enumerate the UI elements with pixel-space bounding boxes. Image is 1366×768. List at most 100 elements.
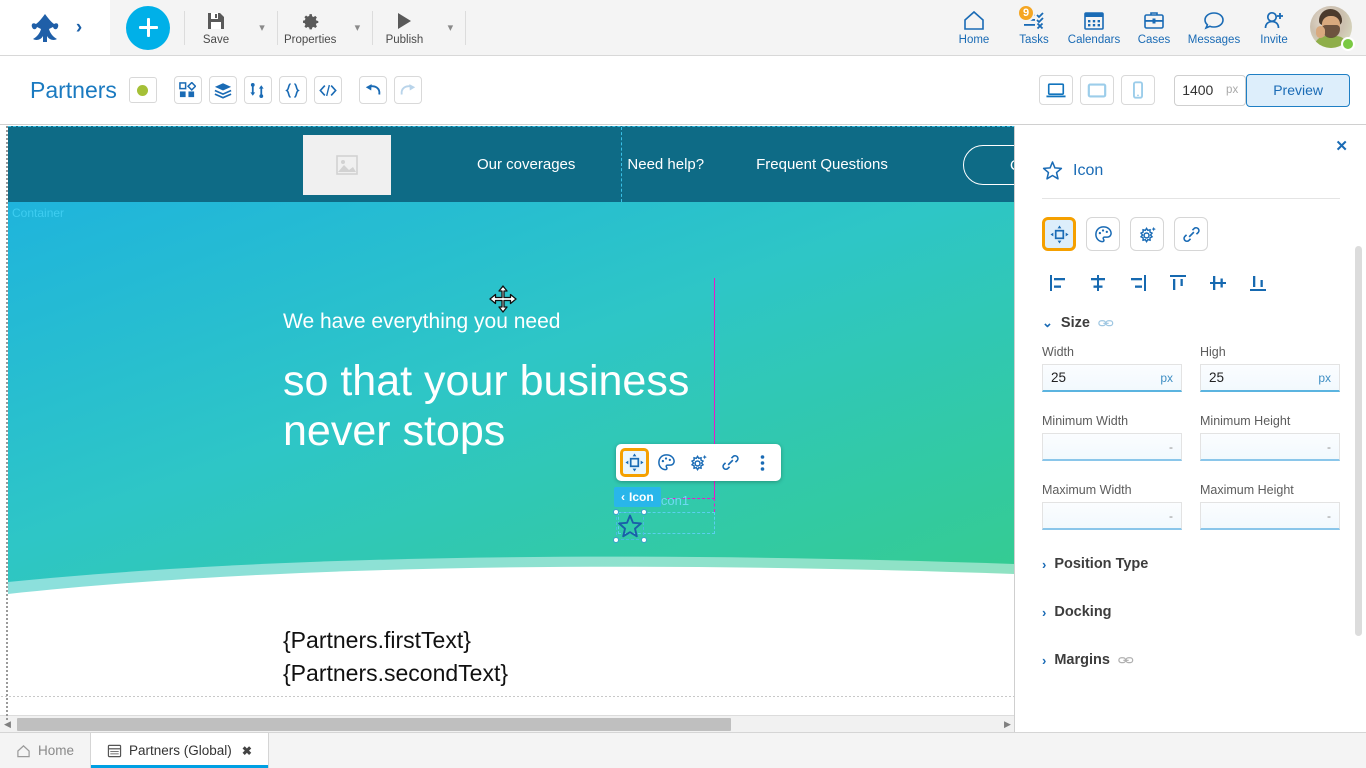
- align-center-vertical-button[interactable]: [1206, 271, 1230, 295]
- top-toolbar: › Save ▾ Properties ▾ Publish ▾ Home 9 T…: [0, 0, 1366, 56]
- align-right-button[interactable]: [1126, 271, 1150, 295]
- move-resize-icon: [625, 453, 644, 472]
- json-button[interactable]: [278, 76, 307, 104]
- align-center-horizontal-button[interactable]: [1086, 271, 1110, 295]
- align-bottom-button[interactable]: [1246, 271, 1270, 295]
- width-unit: px: [1160, 370, 1173, 385]
- canvas-boundary-guide: [6, 126, 8, 721]
- float-move-resize-button[interactable]: [620, 448, 649, 477]
- nav-home[interactable]: Home: [944, 0, 1004, 55]
- device-tablet-button[interactable]: [1080, 75, 1115, 105]
- home-icon: [964, 10, 984, 30]
- resize-handle-tl[interactable]: [613, 509, 619, 515]
- move-resize-icon: [1049, 224, 1069, 244]
- width-input[interactable]: 25 px: [1042, 364, 1182, 392]
- min-width-label: Minimum Width: [1042, 414, 1129, 428]
- float-settings-button[interactable]: [684, 448, 713, 477]
- nav-invite[interactable]: Invite: [1244, 0, 1304, 55]
- device-mobile-button[interactable]: [1121, 75, 1156, 105]
- panel-close-button[interactable]: ✕: [1335, 137, 1348, 155]
- data-flow-button[interactable]: [243, 76, 272, 104]
- canvas-area[interactable]: Our coverages Need help? Frequent Questi…: [0, 126, 1015, 732]
- save-button[interactable]: Save: [185, 0, 247, 55]
- save-dropdown-caret[interactable]: ▾: [247, 0, 277, 55]
- nav-cases[interactable]: Cases: [1124, 0, 1184, 55]
- site-nav-cta-button[interactable]: Q: [963, 145, 1014, 185]
- align-top-button[interactable]: [1166, 271, 1190, 295]
- bottom-tab-bar: Home Partners (Global) ✖: [0, 732, 1366, 768]
- code-button[interactable]: [313, 76, 342, 104]
- float-link-button[interactable]: [716, 448, 745, 477]
- float-style-button[interactable]: [652, 448, 681, 477]
- resize-handle-br[interactable]: [641, 537, 647, 543]
- panel-tab-style[interactable]: [1086, 217, 1120, 251]
- min-width-input[interactable]: -: [1042, 433, 1182, 461]
- link-chain-icon[interactable]: [1118, 654, 1134, 666]
- max-height-input[interactable]: -: [1200, 502, 1340, 530]
- close-icon[interactable]: ✖: [242, 744, 252, 758]
- zoom-width-input[interactable]: 1400 px: [1174, 74, 1247, 106]
- align-top-icon: [1170, 275, 1186, 290]
- max-width-input[interactable]: -: [1042, 502, 1182, 530]
- components-button[interactable]: [173, 76, 202, 104]
- panel-tab-layout[interactable]: [1042, 217, 1076, 251]
- publish-dropdown-caret[interactable]: ▾: [435, 0, 465, 55]
- size-section-label: Size: [1060, 315, 1090, 331]
- mobile-icon: [1133, 81, 1144, 99]
- nav-invite-label: Invite: [1260, 34, 1288, 46]
- site-nav-bar: Our coverages Need help? Frequent Questi…: [8, 126, 1014, 202]
- home-outline-icon: [17, 744, 30, 757]
- publish-button[interactable]: Publish: [373, 0, 435, 55]
- docking-section-header[interactable]: › Docking: [1016, 572, 1366, 620]
- link-chain-icon[interactable]: [1098, 317, 1114, 329]
- nav-home-label: Home: [958, 34, 990, 46]
- selected-element-badge[interactable]: ‹ Icon: [614, 487, 661, 507]
- site-nav-link-coverages[interactable]: Our coverages: [451, 156, 601, 173]
- height-input[interactable]: 25 px: [1200, 364, 1340, 392]
- scroll-thumb[interactable]: [17, 717, 731, 731]
- hero-subtitle: We have everything you need: [283, 310, 561, 333]
- page-status-chip[interactable]: [128, 77, 157, 103]
- add-button[interactable]: [126, 5, 170, 50]
- selected-element-label: icon1: [658, 493, 690, 508]
- redo-button[interactable]: [393, 76, 422, 104]
- float-more-button[interactable]: [748, 448, 777, 477]
- resize-handle-tr[interactable]: [641, 509, 647, 515]
- width-value: 25: [1051, 370, 1067, 385]
- panel-tab-link[interactable]: [1174, 217, 1208, 251]
- size-section-header[interactable]: ⌄ Size: [1016, 295, 1366, 331]
- panel-tab-settings[interactable]: [1130, 217, 1164, 251]
- device-desktop-button[interactable]: [1039, 75, 1074, 105]
- preview-button[interactable]: Preview: [1246, 73, 1350, 107]
- canvas-horizontal-scrollbar[interactable]: ◀ ▶: [0, 715, 1014, 732]
- nav-tasks[interactable]: 9 Tasks: [1004, 0, 1064, 55]
- panel-scrollbar-thumb[interactable]: [1355, 246, 1362, 636]
- bottom-tab-home[interactable]: Home: [0, 733, 90, 768]
- site-logo-placeholder[interactable]: [303, 134, 391, 195]
- gear-sparkle-icon: [1139, 226, 1156, 243]
- layers-button[interactable]: [208, 76, 237, 104]
- selected-star-element[interactable]: [613, 509, 647, 543]
- site-nav-link-faq[interactable]: Frequent Questions: [730, 156, 914, 173]
- margins-section-header[interactable]: › Margins: [1016, 620, 1366, 668]
- scroll-right-arrow[interactable]: ▶: [1000, 719, 1014, 730]
- anchor-logo-icon[interactable]: [28, 12, 62, 44]
- nav-calendars-label: Calendars: [1067, 34, 1121, 46]
- avatar[interactable]: [1310, 5, 1355, 51]
- position-type-section-header[interactable]: › Position Type: [1016, 530, 1366, 572]
- align-left-button[interactable]: [1046, 271, 1070, 295]
- undo-button[interactable]: [358, 76, 387, 104]
- scroll-track[interactable]: [15, 717, 1000, 731]
- min-height-input[interactable]: -: [1200, 433, 1340, 461]
- nav-messages[interactable]: Messages: [1184, 0, 1244, 55]
- resize-handle-bl[interactable]: [613, 537, 619, 543]
- bottom-tab-partners[interactable]: Partners (Global) ✖: [90, 733, 269, 768]
- nav-calendars[interactable]: Calendars: [1064, 0, 1124, 55]
- image-placeholder-icon: [336, 154, 358, 175]
- properties-dropdown-caret[interactable]: ▾: [342, 0, 372, 55]
- layers-stack-icon: [214, 82, 232, 99]
- align-right-icon: [1131, 275, 1146, 291]
- properties-button[interactable]: Properties: [278, 0, 342, 55]
- json-braces-icon: [285, 82, 301, 98]
- chevron-right-icon[interactable]: ›: [76, 17, 82, 39]
